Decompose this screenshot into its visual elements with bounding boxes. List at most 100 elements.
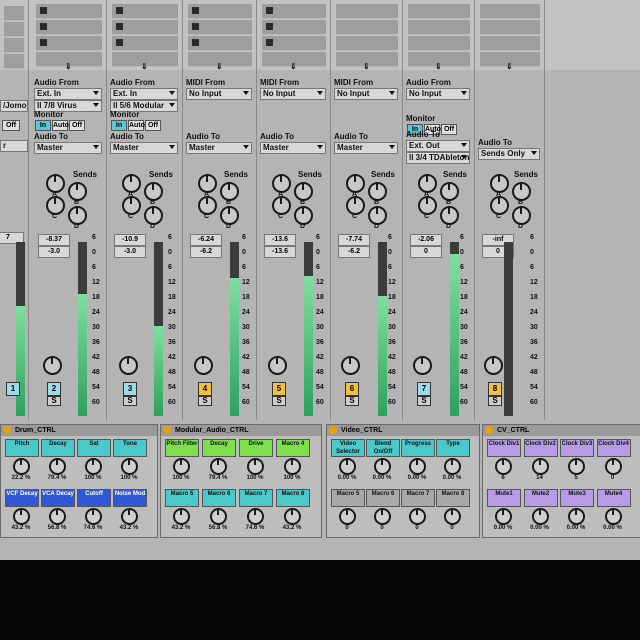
macro-button[interactable]: Decay [202, 439, 236, 457]
macro-knob[interactable] [210, 458, 227, 475]
output-dropdown[interactable]: Sends Only [478, 148, 540, 160]
volume-value[interactable]: -2.06 [410, 234, 442, 246]
track-number-button[interactable]: 3 [123, 382, 137, 396]
clip-slot[interactable] [188, 36, 252, 51]
monitor-off-button[interactable]: Off [441, 124, 457, 135]
macro-knob[interactable] [49, 458, 66, 475]
macro-knob[interactable] [374, 508, 391, 525]
solo-button[interactable]: S [198, 396, 212, 406]
pan-knob[interactable] [119, 356, 138, 375]
stop-arrow-icon[interactable]: ⇓ [435, 62, 442, 71]
input-type-dropdown[interactable]: Ext. In [34, 88, 102, 100]
macro-knob[interactable] [604, 508, 622, 525]
pan-knob[interactable] [341, 356, 360, 375]
macro-button[interactable]: Tone [113, 439, 147, 457]
macro-button[interactable]: Blend On/Off [366, 439, 400, 457]
monitor-in-button[interactable]: In [111, 120, 127, 131]
input-type-dropdown[interactable]: No Input [186, 88, 252, 100]
macro-knob[interactable] [49, 508, 66, 525]
pan-knob[interactable] [413, 356, 432, 375]
track-number-button[interactable]: 5 [272, 382, 286, 396]
clip-slot[interactable] [188, 4, 252, 19]
track-number-button[interactable]: 7 [417, 382, 431, 396]
clip-slot[interactable] [4, 54, 24, 69]
clip-slot[interactable] [336, 36, 398, 51]
volume-value[interactable]: -13.6 [264, 234, 296, 246]
clip-slot[interactable] [112, 20, 178, 35]
clip-slot[interactable] [408, 36, 470, 51]
device-power-icon[interactable] [329, 426, 337, 434]
macro-button[interactable]: Macro 7 [239, 489, 273, 507]
device-power-icon[interactable] [163, 426, 171, 434]
output-dropdown[interactable]: Master [260, 142, 326, 154]
track-number-button[interactable]: 6 [345, 382, 359, 396]
clip-slot[interactable] [36, 36, 102, 51]
solo-button[interactable]: S [47, 396, 61, 406]
macro-knob[interactable] [247, 458, 264, 475]
pan-knob[interactable] [43, 356, 62, 375]
macro-button[interactable]: Mute4 [596, 489, 631, 507]
solo-button[interactable]: S [345, 396, 359, 406]
input-type-dropdown[interactable]: Ext. In [110, 88, 178, 100]
clip-slot[interactable] [112, 36, 178, 51]
macro-knob[interactable] [247, 508, 264, 525]
monitor-off-button[interactable]: Off [2, 120, 20, 131]
macro-button[interactable]: Pitch [5, 439, 39, 457]
device-title[interactable]: Video_CTRL [327, 425, 479, 436]
macro-button[interactable]: Mute2 [523, 489, 558, 507]
clip-slot[interactable] [262, 20, 326, 35]
macro-knob[interactable] [13, 508, 30, 525]
monitor-auto-button[interactable]: Auto [128, 120, 145, 131]
output-channel-dropdown[interactable]: ll 3/4 TDAbleton [406, 152, 470, 164]
stop-arrow-icon[interactable]: ⇓ [363, 62, 370, 71]
macro-button[interactable]: Progress [401, 439, 435, 457]
macro-button[interactable]: Macro 7 [401, 489, 435, 507]
stop-arrow-icon[interactable]: ⇓ [290, 62, 297, 71]
macro-knob[interactable] [85, 458, 102, 475]
input-channel-dropdown[interactable]: /Jomo [0, 100, 28, 112]
macro-button[interactable]: Macro 5 [331, 489, 365, 507]
track-number-button[interactable]: 8 [488, 382, 502, 396]
clip-slot[interactable] [480, 20, 540, 35]
macro-knob[interactable] [173, 508, 190, 525]
macro-knob[interactable] [495, 458, 512, 475]
track-number-button[interactable]: 1 [6, 382, 20, 396]
stop-arrow-icon[interactable]: ⇓ [65, 62, 72, 71]
solo-button[interactable]: S [272, 396, 286, 406]
macro-knob[interactable] [444, 508, 461, 525]
clip-slot[interactable] [4, 6, 24, 21]
stop-arrow-icon[interactable]: ⇓ [216, 62, 223, 71]
device-power-icon[interactable] [3, 426, 11, 434]
macro-knob[interactable] [339, 458, 356, 475]
macro-knob[interactable] [531, 458, 549, 475]
volume-value[interactable]: -6.24 [190, 234, 222, 246]
stop-arrow-icon[interactable]: ⇓ [506, 62, 513, 71]
macro-knob[interactable] [339, 508, 356, 525]
macro-knob[interactable] [409, 508, 426, 525]
clip-slot[interactable] [408, 4, 470, 19]
clip-slot[interactable] [36, 20, 102, 35]
macro-button[interactable]: Macro 4 [276, 439, 310, 457]
clip-slot[interactable] [262, 36, 326, 51]
output-dropdown[interactable]: Master [34, 142, 102, 154]
clip-slot[interactable] [112, 4, 178, 19]
macro-button[interactable]: Macro 6 [202, 489, 236, 507]
macro-button[interactable]: Video Selector [331, 439, 365, 457]
stop-arrow-icon[interactable]: ⇓ [141, 62, 148, 71]
macro-button[interactable]: Clock Div2 [523, 439, 558, 457]
solo-button[interactable]: S [488, 396, 502, 406]
volume-value[interactable]: -7.74 [338, 234, 370, 246]
macro-knob[interactable] [284, 458, 301, 475]
monitor-auto-button[interactable]: Auto [52, 120, 69, 131]
macro-button[interactable]: Macro 8 [276, 489, 310, 507]
input-type-dropdown[interactable]: No Input [260, 88, 326, 100]
pan-knob[interactable] [484, 356, 503, 375]
macro-knob[interactable] [210, 508, 227, 525]
macro-knob[interactable] [173, 458, 190, 475]
macro-knob[interactable] [531, 508, 549, 525]
clip-slot[interactable] [408, 20, 470, 35]
device-title[interactable]: Modular_Audio_CTRL [161, 425, 321, 436]
macro-button[interactable]: Type [436, 439, 470, 457]
output-dropdown[interactable]: Master [186, 142, 252, 154]
macro-button[interactable]: Noise Mod [113, 489, 147, 507]
